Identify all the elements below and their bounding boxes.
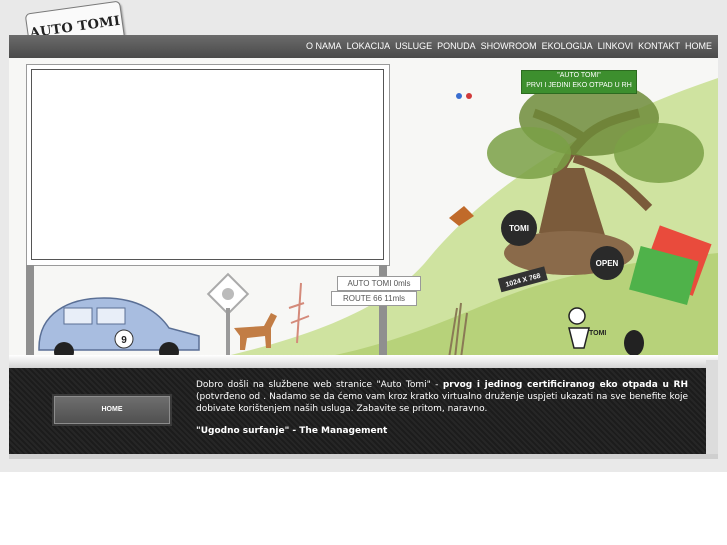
main-navigation-bar: O NAMA LOKACIJA USLUGE PONUDA SHOWROOM E… (9, 35, 718, 58)
open-badge-text: OPEN (596, 259, 619, 268)
welcome-text-body: (potvrđeno od . Nadamo se da ćemo vam kr… (196, 392, 688, 414)
nav-item-home[interactable]: HOME (685, 41, 712, 51)
flower-blue (456, 93, 462, 99)
classic-car-icon: 9 (38, 297, 200, 360)
screen-post-left (26, 265, 34, 355)
hero-scene: TOMI OPEN 1024 X 768 TOMI 9 "AUTO TOMI" … (9, 58, 718, 360)
flower-red (466, 93, 472, 99)
signoff-text: "Ugodno surfanje" - The Management (196, 426, 388, 436)
content-screen (26, 64, 390, 266)
eco-sign-title: "AUTO TOMI" (557, 72, 601, 79)
nav-item-lokacija[interactable]: LOKACIJA (347, 41, 391, 51)
eco-sign-subtitle: PRVI I JEDINI EKO OTPAD U RH (526, 82, 632, 89)
mascot-label: TOMI (589, 330, 606, 337)
nav-item-usluge[interactable]: USLUGE (395, 41, 432, 51)
nav-item-linkovi[interactable]: LINKOVI (598, 41, 634, 51)
nav-item-ekologija[interactable]: EKOLOGIJA (542, 41, 593, 51)
welcome-text-intro: Dobro došli na službene web stranice "Au… (196, 380, 443, 390)
welcome-text: Dobro došli na službene web stranice "Au… (196, 379, 688, 415)
road-sign-route-66: ROUTE 66 11mls (331, 291, 417, 306)
tree-canopy-right (614, 123, 704, 183)
eco-sign: "AUTO TOMI" PRVI I JEDINI EKO OTPAD U RH (521, 70, 637, 94)
home-button[interactable]: HOME (54, 396, 170, 424)
footer-bottom-edge (9, 454, 718, 459)
tire-icon (624, 330, 644, 356)
ground-strip (9, 355, 718, 369)
welcome-text-highlight: prvog i jedinog certificiranog eko otpad… (442, 380, 688, 390)
car-number: 9 (121, 335, 127, 346)
tree-canopy-left (487, 127, 571, 179)
footer-panel: HOME Dobro došli na službene web stranic… (9, 368, 706, 454)
footer-right-edge (706, 360, 718, 458)
nav-item-o-nama[interactable]: O NAMA (306, 41, 342, 51)
content-viewport[interactable] (31, 69, 384, 260)
nav-item-kontakt[interactable]: KONTAKT (638, 41, 680, 51)
tomi-badge-text: TOMI (509, 224, 529, 233)
road-sign-auto-tomi: AUTO TOMI 0mls (337, 276, 421, 291)
nav-item-ponuda[interactable]: PONUDA (437, 41, 476, 51)
nav-item-showroom[interactable]: SHOWROOM (481, 41, 537, 51)
nav-menu: O NAMA LOKACIJA USLUGE PONUDA SHOWROOM E… (306, 41, 712, 51)
deer-icon (234, 313, 277, 350)
